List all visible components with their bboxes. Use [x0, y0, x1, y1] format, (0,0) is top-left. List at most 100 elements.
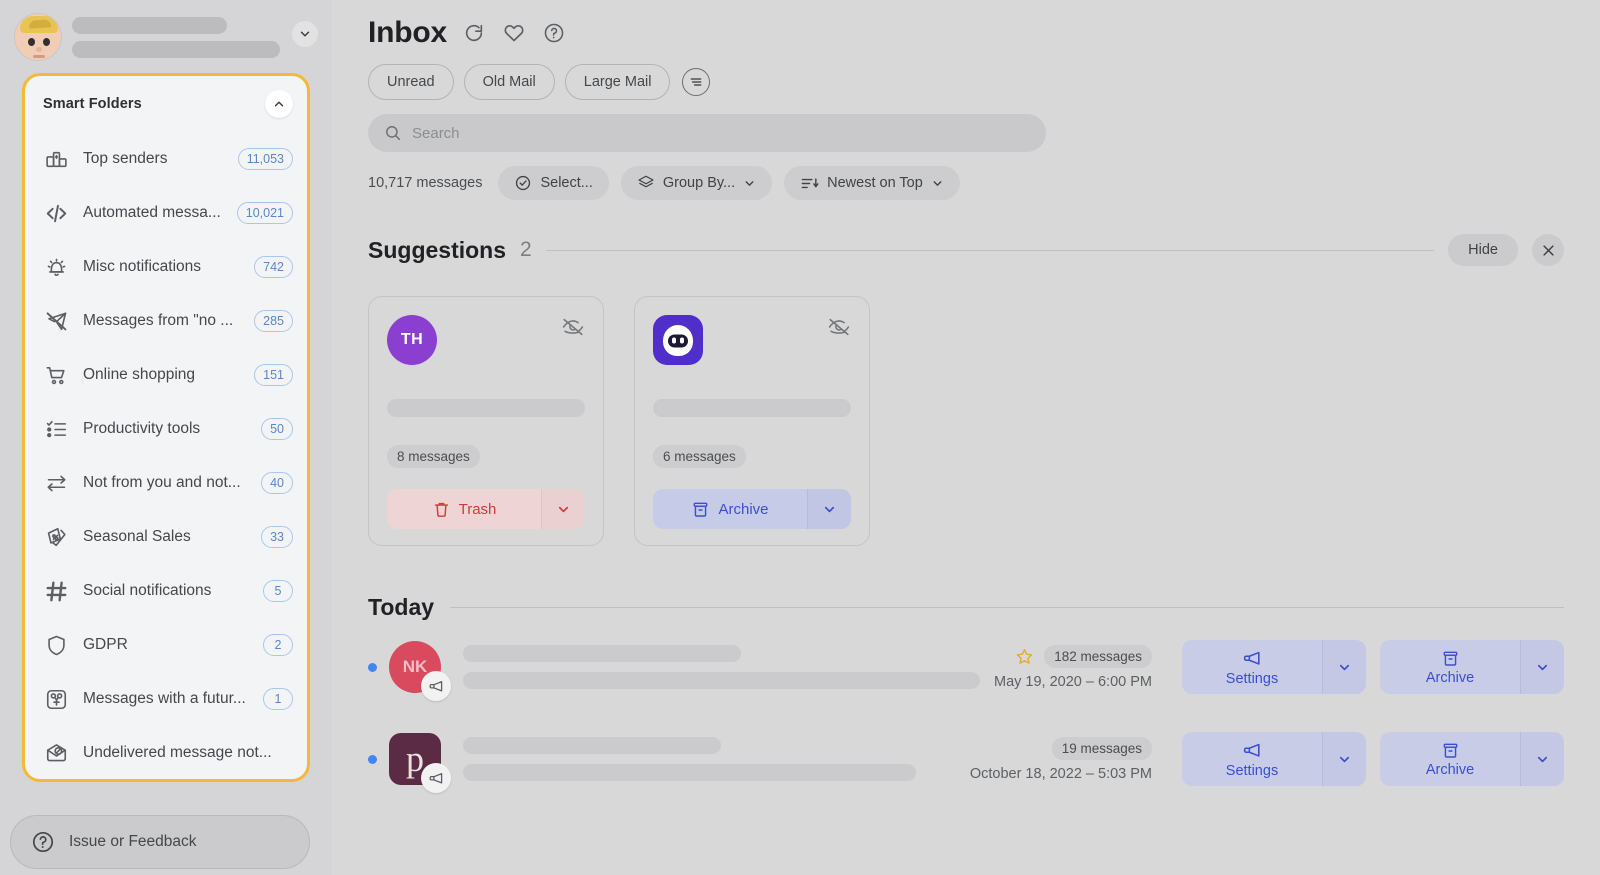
search-icon — [384, 124, 402, 142]
help-circle-icon[interactable] — [541, 20, 567, 46]
snippet-placeholder — [463, 764, 917, 781]
page-title: Inbox — [368, 16, 447, 49]
sidebar-item-automated-messa[interactable]: Automated messa... 10,021 — [25, 186, 307, 240]
chevron-up-icon[interactable] — [265, 90, 293, 118]
sidebar-item-label: Top senders — [83, 150, 168, 167]
filter-icon[interactable] — [682, 68, 711, 96]
action-label: Settings — [1225, 762, 1279, 779]
search-bar[interactable] — [368, 114, 1046, 152]
sidebar-item-messages-from-no[interactable]: Messages from "no ... 285 — [25, 294, 307, 348]
chevron-down-icon[interactable] — [1322, 732, 1366, 786]
suggestions-header: Suggestions 2 Hide — [368, 234, 1564, 266]
sidebar-item-undelivered-message-not[interactable]: Undelivered message not... — [25, 726, 307, 779]
account-switcher[interactable] — [0, 0, 332, 66]
settings-button[interactable]: Settings — [1182, 640, 1322, 694]
sidebar-item-social-notifications[interactable]: Social notifications 5 — [25, 564, 307, 618]
sidebar-item-online-shopping[interactable]: Online shopping 151 — [25, 348, 307, 402]
message-row[interactable]: NK 182 messages May 19, 2020 – 6:00 PM Sett… — [368, 621, 1564, 713]
sidebar-item-gdpr[interactable]: GDPR 2 — [25, 618, 307, 672]
select-button[interactable]: Select... — [498, 166, 609, 200]
chevron-down-icon[interactable] — [807, 489, 851, 529]
chevron-down-icon[interactable] — [541, 489, 585, 529]
megaphone-icon — [1242, 648, 1263, 669]
chevron-down-icon[interactable] — [1520, 732, 1564, 786]
sidebar-item-misc-notifications[interactable]: Misc notifications 742 — [25, 240, 307, 294]
issue-or-feedback-button[interactable]: Issue or Feedback — [10, 815, 310, 869]
sidebar-item-count: 11,053 — [237, 148, 293, 170]
message-count-chip: 6 messages — [653, 445, 746, 468]
avatar: TH — [387, 315, 437, 365]
sidebar-item-label: Undelivered message not... — [83, 744, 272, 761]
sort-order-button[interactable]: Newest on Top — [784, 166, 960, 200]
sidebar-item-count: 1 — [263, 688, 293, 710]
page-header: Inbox — [368, 0, 1564, 50]
filter-pill-row: Unread Old Mail Large Mail — [368, 64, 1564, 100]
archive-button[interactable]: Archive — [1380, 732, 1520, 786]
group-by-button[interactable]: Group By... — [620, 166, 773, 200]
message-count-label: 10,717 messages — [368, 175, 483, 191]
sidebar-item-seasonal-sales[interactable]: Seasonal Sales 33 — [25, 510, 307, 564]
checklist-icon — [43, 416, 69, 442]
star-icon[interactable] — [1015, 647, 1034, 666]
check-circle-icon — [514, 174, 532, 192]
suggestions-title: Suggestions — [368, 236, 507, 263]
close-icon[interactable] — [1532, 234, 1564, 266]
send-off-icon — [43, 308, 69, 334]
select-label: Select... — [540, 175, 593, 191]
sidebar-item-messages-with-a-futur[interactable]: Messages with a futur... 1 — [25, 672, 307, 726]
action-label: Archive — [718, 500, 769, 518]
sidebar-item-label: Online shopping — [83, 366, 196, 383]
sidebar-item-count: 742 — [254, 256, 293, 278]
trash-icon — [432, 500, 451, 519]
chevron-down-icon — [931, 177, 944, 190]
message-row[interactable]: p 19 messages October 18, 2022 – 5:03 PM Se… — [368, 713, 1564, 805]
smart-folders-list: Top senders 11,053 Automated messa... 10,02… — [25, 128, 307, 779]
today-header: Today — [368, 594, 1564, 621]
archive-button[interactable]: Archive — [653, 489, 807, 529]
sidebar-item-label: GDPR — [83, 636, 128, 653]
bell-ringing-icon — [43, 254, 69, 280]
search-input[interactable] — [412, 124, 1030, 142]
chevron-down-icon[interactable] — [1520, 640, 1564, 694]
memoji-eye-right — [43, 38, 50, 46]
eye-off-icon[interactable] — [827, 315, 851, 339]
chevron-down-icon[interactable] — [292, 21, 318, 47]
shield-icon — [43, 632, 69, 658]
filter-pill-unread[interactable]: Unread — [368, 64, 454, 100]
issue-or-feedback-label: Issue or Feedback — [69, 833, 197, 850]
sidebar-item-top-senders[interactable]: Top senders 11,053 — [25, 132, 307, 186]
message-count-chip: 19 messages — [1051, 736, 1152, 760]
message-preview-placeholder — [463, 737, 956, 781]
memoji-avatar[interactable] — [14, 13, 62, 61]
smart-folders-header: Smart Folders — [25, 76, 307, 128]
archive-button[interactable]: Archive — [1380, 640, 1520, 694]
suggestion-card[interactable]: 6 messages Archive — [634, 296, 870, 546]
eye-off-icon[interactable] — [561, 315, 585, 339]
filter-pill-old-mail[interactable]: Old Mail — [463, 64, 555, 100]
archive-icon — [691, 500, 710, 519]
card-top — [653, 315, 851, 365]
message-count-chip: 8 messages — [387, 445, 480, 468]
action-label: Trash — [458, 500, 497, 518]
sidebar-item-label: Seasonal Sales — [83, 528, 191, 545]
sidebar-item-productivity-tools[interactable]: Productivity tools 50 — [25, 402, 307, 456]
suggestion-card[interactable]: TH 8 messages Trash — [368, 296, 604, 546]
group-by-label: Group By... — [662, 175, 736, 191]
sidebar-item-label: Not from you and not... — [83, 474, 241, 491]
settings-button[interactable]: Settings — [1182, 732, 1322, 786]
row-meta: 182 messages May 19, 2020 – 6:00 PM — [994, 644, 1152, 690]
sidebar-item-not-from-you-and-not[interactable]: Not from you and not... 40 — [25, 456, 307, 510]
meta-top: 19 messages — [1051, 736, 1152, 760]
sidebar-item-count: 40 — [261, 472, 293, 494]
megaphone-icon — [421, 671, 451, 701]
chevron-down-icon[interactable] — [1322, 640, 1366, 694]
sidebar-item-count: 50 — [261, 418, 293, 440]
message-date: October 18, 2022 – 5:03 PM — [969, 765, 1152, 782]
row-action-group: Archive — [1380, 640, 1564, 694]
hide-suggestions-button[interactable]: Hide — [1448, 234, 1518, 266]
subject-placeholder — [653, 399, 851, 417]
heart-icon[interactable] — [501, 20, 527, 46]
filter-pill-large-mail[interactable]: Large Mail — [564, 64, 671, 100]
trash-button[interactable]: Trash — [387, 489, 541, 529]
refresh-icon[interactable] — [461, 20, 487, 46]
